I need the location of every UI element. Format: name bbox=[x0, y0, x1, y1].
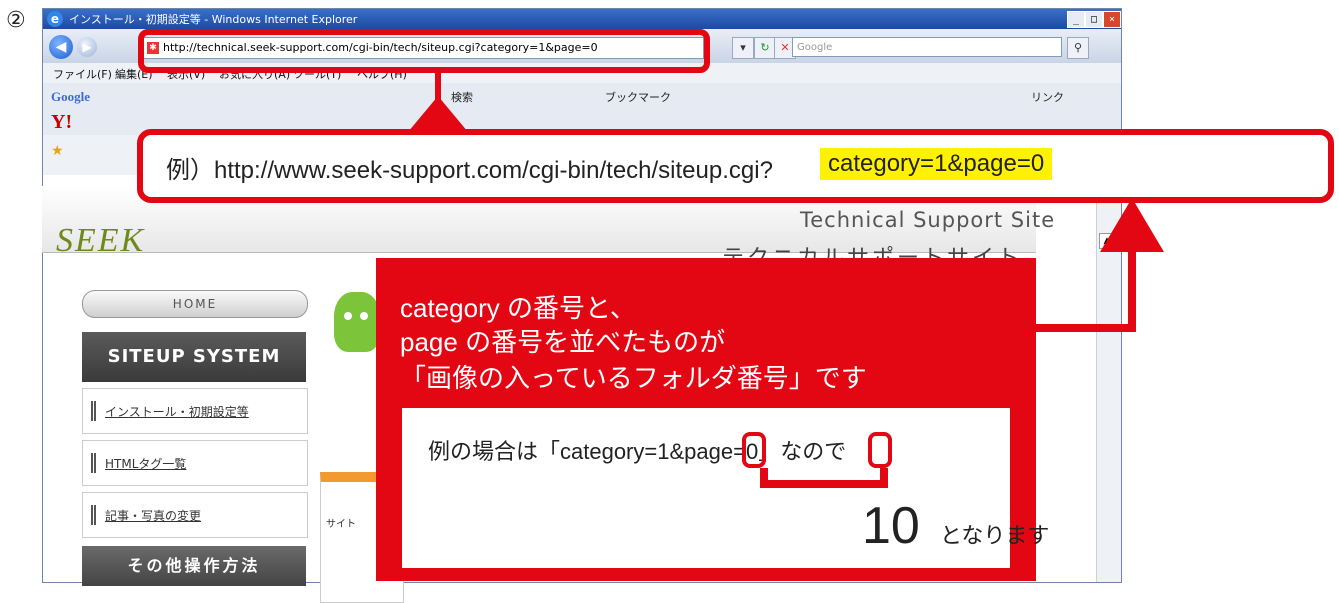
search-button[interactable]: ⚲ bbox=[1067, 37, 1089, 59]
case-part-3: 」なので bbox=[758, 439, 847, 464]
google-bookmark-button[interactable]: ブックマーク bbox=[605, 89, 671, 105]
seek-logo: SEEK bbox=[56, 222, 146, 259]
search-input[interactable]: Google bbox=[792, 37, 1062, 57]
minimize-button[interactable]: _ bbox=[1067, 11, 1085, 28]
case-sentence: 例の場合は「category=1&page=0」なので bbox=[428, 434, 846, 466]
window-title: インストール・初期設定等 - Windows Internet Explorer bbox=[69, 13, 358, 26]
explanation-line-1: category の番号と、 bbox=[400, 293, 636, 323]
maximize-button[interactable]: □ bbox=[1085, 11, 1103, 28]
sidebar-item-label: HTMLタグ一覧 bbox=[105, 457, 187, 471]
sidebar-item-html-tags[interactable]: HTMLタグ一覧 bbox=[82, 440, 308, 486]
address-dropdown-button[interactable]: ▾ bbox=[732, 37, 754, 59]
case-part-1: 例の場合は「category= bbox=[428, 439, 658, 464]
case-digit-category: 1 bbox=[657, 439, 670, 464]
siteup-system-banner: SITEUP SYSTEM bbox=[82, 332, 306, 382]
example-url-highlight: category=1&page=0 bbox=[820, 148, 1053, 180]
mascot-image bbox=[334, 292, 380, 352]
arrow-shaft bbox=[1128, 246, 1136, 332]
content-fragment: サイト bbox=[326, 519, 356, 530]
yahoo-logo-icon: Y! bbox=[51, 111, 73, 133]
sidebar-bar-icon bbox=[91, 401, 96, 421]
bracket-bar bbox=[760, 480, 888, 488]
forward-button[interactable]: ▶ bbox=[77, 37, 97, 57]
sidebar-item-install[interactable]: インストール・初期設定等 bbox=[82, 388, 308, 434]
mascot-eye bbox=[344, 312, 352, 320]
google-toolbar: Google 検索 ブックマーク リンク bbox=[43, 83, 1121, 109]
other-operations-banner: その他操作方法 bbox=[82, 546, 306, 586]
back-button[interactable]: ◀ bbox=[49, 35, 73, 59]
page-digit-highlight bbox=[868, 432, 892, 468]
refresh-button[interactable]: ↻ bbox=[754, 37, 776, 59]
result-number: 10 bbox=[862, 497, 920, 555]
category-digit-highlight bbox=[742, 432, 766, 468]
menu-file[interactable]: ファイル(F) bbox=[53, 66, 112, 82]
home-button[interactable]: HOME bbox=[82, 290, 308, 318]
case-part-2: &page= bbox=[669, 439, 746, 464]
result-text: となります bbox=[940, 523, 1050, 548]
callout-connector bbox=[435, 70, 441, 132]
sidebar-item-label: 記事・写真の変更 bbox=[105, 509, 202, 523]
mascot-eye bbox=[360, 312, 368, 320]
sidebar-bar-icon bbox=[91, 505, 96, 525]
google-link-button[interactable]: リンク bbox=[1031, 89, 1064, 105]
google-logo: Google bbox=[51, 89, 90, 104]
ie-logo-icon: e bbox=[47, 11, 63, 27]
sidebar-item-label: インストール・初期設定等 bbox=[105, 405, 249, 419]
site-title-en: Technical Support Site bbox=[800, 208, 1056, 232]
title-bar: e インストール・初期設定等 - Windows Internet Explor… bbox=[43, 9, 1121, 29]
example-url-prefix: 例）http://www.seek-support.com/cgi-bin/te… bbox=[166, 157, 773, 184]
arrow-connector bbox=[1036, 324, 1136, 332]
up-arrow-icon bbox=[1100, 198, 1164, 252]
address-highlight-frame bbox=[138, 29, 710, 73]
favorites-star-icon[interactable]: ★ bbox=[51, 143, 64, 159]
sidebar-item-article-photo[interactable]: 記事・写真の変更 bbox=[82, 492, 308, 538]
explanation-line-3: 「画像の入っているフォルダ番号」です bbox=[400, 363, 867, 393]
explanation-line-2: page の番号を並べたものが bbox=[400, 327, 726, 357]
step-number: ② bbox=[6, 8, 26, 33]
close-button[interactable]: × bbox=[1103, 11, 1121, 28]
sidebar-bar-icon bbox=[91, 453, 96, 473]
